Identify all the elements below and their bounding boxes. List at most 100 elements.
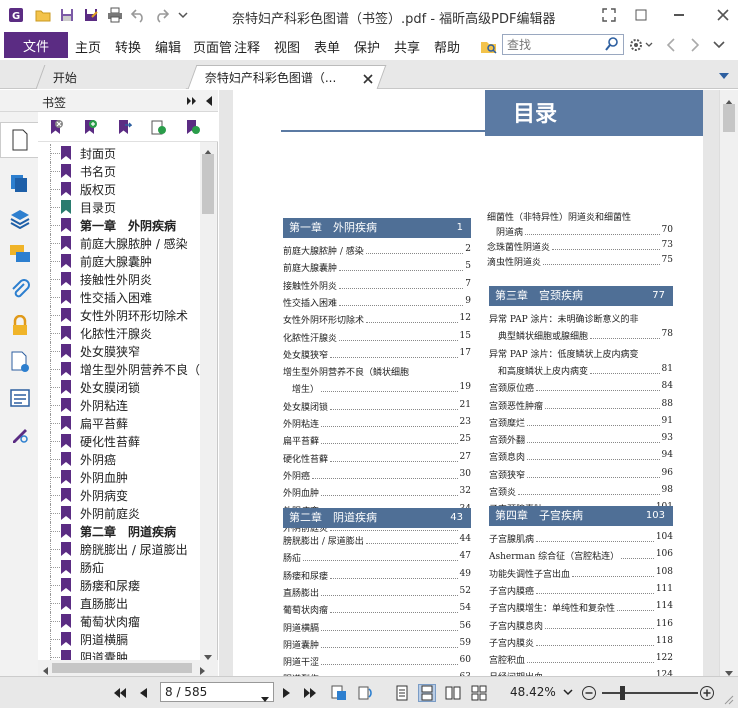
- continuous-view-icon[interactable]: [418, 684, 436, 702]
- zoom-slider-track[interactable]: [602, 692, 698, 694]
- toc-entry[interactable]: 处女膜狭窄 17: [283, 348, 471, 362]
- bookmark-vertical-scrollbar[interactable]: [200, 142, 216, 660]
- document-properties-icon[interactable]: [8, 350, 32, 374]
- toc-entry[interactable]: 滴虫性阴道炎 75: [487, 255, 673, 269]
- bookmark-item[interactable]: 女性外阴环形切除术: [38, 306, 200, 324]
- toc-entry[interactable]: 子宫内膜增生：单纯性和复杂性 114: [489, 601, 673, 615]
- toc-entry[interactable]: 性交插入困难 9: [283, 296, 471, 310]
- resize-grip-icon[interactable]: [722, 693, 734, 708]
- toc-entry[interactable]: 阴道干涩 60: [283, 655, 471, 669]
- save-icon[interactable]: [59, 7, 75, 23]
- bookmark-item[interactable]: 膀胱膨出 / 尿道膨出: [38, 540, 200, 558]
- search-icon[interactable]: [604, 36, 620, 55]
- toc-entry[interactable]: 宫颈狭窄 96: [489, 468, 673, 482]
- bookmark-item[interactable]: 封面页: [38, 144, 200, 162]
- horizontal-scroll-thumb[interactable]: [52, 663, 192, 673]
- add-bookmark-icon[interactable]: [82, 119, 98, 138]
- toc-entry[interactable]: 阴道横膈 56: [283, 621, 471, 635]
- bookmark-item[interactable]: 第二章 阴道疾病: [38, 522, 200, 540]
- bookmark-item[interactable]: 肠瘘和尿瘘: [38, 576, 200, 594]
- toc-entry[interactable]: 外阴癌 30: [283, 469, 471, 483]
- delete-bookmark-icon[interactable]: [48, 119, 64, 138]
- nav-back-icon[interactable]: [664, 37, 678, 56]
- toc-entry[interactable]: 化脓性汗腺炎 15: [283, 331, 471, 345]
- signature-pen-icon[interactable]: [8, 422, 32, 446]
- comments-icon[interactable]: [8, 242, 32, 266]
- doc-scroll-thumb[interactable]: [723, 104, 735, 132]
- bookmarks-nav-icon[interactable]: [0, 122, 38, 158]
- toc-entry[interactable]: 异常 PAP 涂片：低度鳞状上皮内病变: [489, 347, 673, 361]
- attachments-icon[interactable]: [8, 278, 32, 302]
- tab-list-dropdown-icon[interactable]: [718, 69, 730, 84]
- layers-icon[interactable]: [8, 206, 32, 230]
- toc-entry[interactable]: 硬化性苔藓 27: [283, 452, 471, 466]
- toc-entry[interactable]: 子宫腺肌病 104: [489, 532, 673, 546]
- bookmark-item[interactable]: 增生型外阴营养不良（: [38, 360, 200, 378]
- menu-comment[interactable]: 注释: [234, 37, 260, 56]
- expand-panel-icon[interactable]: [186, 95, 198, 110]
- toc-entry[interactable]: 宫颈糜烂 91: [489, 416, 673, 430]
- bookmark-item[interactable]: 阴道横膈: [38, 630, 200, 648]
- toc-entry[interactable]: 宫颈恶性肿瘤 88: [489, 399, 673, 413]
- menu-form[interactable]: 表单: [314, 37, 340, 56]
- toc-entry[interactable]: 扁平苔藓 25: [283, 434, 471, 448]
- toc-entry[interactable]: 外阴血肿 32: [283, 486, 471, 500]
- menu-page-management[interactable]: 页面管: [193, 37, 231, 56]
- zoom-out-icon[interactable]: [580, 684, 598, 702]
- settings-gear-icon[interactable]: [628, 36, 654, 54]
- toc-section-header[interactable]: 第一章 外阴疾病 1: [283, 218, 471, 238]
- toc-entry[interactable]: 外阴粘连 23: [283, 417, 471, 431]
- bookmark-item[interactable]: 目录页: [38, 198, 200, 216]
- nav-forward-icon[interactable]: [688, 37, 702, 56]
- last-page-icon[interactable]: [302, 684, 318, 702]
- menu-edit[interactable]: 编辑: [155, 37, 181, 56]
- bookmark-item[interactable]: 化脓性汗腺炎: [38, 324, 200, 342]
- document-view[interactable]: 目录 第一章 外阴疾病 1 前庭大腺脓肿 / 感染 2 前庭大腺囊肿 5 接触性外阴炎 7 性交…: [219, 90, 719, 676]
- bookmark-horizontal-scrollbar[interactable]: [38, 660, 218, 676]
- file-menu-button[interactable]: 文件: [4, 32, 68, 58]
- zoom-dropdown-icon[interactable]: [560, 684, 580, 702]
- zoom-level[interactable]: 48.42%: [510, 685, 556, 699]
- toc-entry[interactable]: 接触性外阴炎 7: [283, 279, 471, 293]
- toc-entry[interactable]: 直肠膨出 52: [283, 586, 471, 600]
- toc-entry[interactable]: 子宫内膜息肉 116: [489, 619, 673, 633]
- form-fields-icon[interactable]: [8, 386, 32, 410]
- document-vertical-scrollbar[interactable]: [719, 90, 738, 676]
- bookmark-item[interactable]: 前庭大腺囊肿: [38, 252, 200, 270]
- toc-entry[interactable]: 宫颈炎 98: [489, 485, 673, 499]
- zoom-slider-thumb[interactable]: [620, 686, 626, 700]
- security-lock-icon[interactable]: [8, 314, 32, 338]
- toc-entry[interactable]: 处女膜闭锁 21: [283, 400, 471, 414]
- scroll-thumb[interactable]: [202, 154, 214, 214]
- bookmark-item[interactable]: 书名页: [38, 162, 200, 180]
- menu-share[interactable]: 共享: [394, 37, 420, 56]
- toc-entry[interactable]: 膀胱膨出 / 尿道膨出 44: [283, 534, 471, 548]
- facing-view-icon[interactable]: [444, 684, 462, 702]
- open-folder-icon[interactable]: [35, 7, 51, 23]
- bookmark-item[interactable]: 第一章 外阴疾病: [38, 216, 200, 234]
- toc-entry[interactable]: 阴道囊肿 59: [283, 638, 471, 652]
- bookmark-item[interactable]: 前庭大腺脓肿 / 感染: [38, 234, 200, 252]
- bookmark-item[interactable]: 外阴血肿: [38, 468, 200, 486]
- bookmark-item[interactable]: 外阴癌: [38, 450, 200, 468]
- bookmark-item[interactable]: 版权页: [38, 180, 200, 198]
- search-box[interactable]: [502, 34, 624, 55]
- bookmark-item[interactable]: 处女膜闭锁: [38, 378, 200, 396]
- continuous-facing-view-icon[interactable]: [470, 684, 488, 702]
- toc-entry[interactable]: 宫颈外翻 93: [489, 433, 673, 447]
- tab-start[interactable]: 开始: [35, 65, 195, 89]
- menu-protect[interactable]: 保护: [354, 37, 380, 56]
- minimize-button[interactable]: [666, 4, 692, 26]
- tab-document[interactable]: 奈特妇产科彩色图谱（...: [187, 65, 387, 89]
- toc-entry[interactable]: 功能失调性子宫出血 108: [489, 567, 673, 581]
- toc-entry[interactable]: 葡萄状肉瘤 54: [283, 603, 471, 617]
- bookmark-item[interactable]: 直肠膨出: [38, 594, 200, 612]
- single-page-view-icon[interactable]: [394, 684, 410, 702]
- toc-entry[interactable]: 宫腔积血 122: [489, 653, 673, 667]
- toc-section-header[interactable]: 第四章 子宫疾病 103: [489, 506, 673, 526]
- menu-view[interactable]: 视图: [274, 37, 300, 56]
- toc-entry[interactable]: 肠瘘和尿瘘 49: [283, 569, 471, 583]
- next-page-icon[interactable]: [280, 684, 294, 702]
- app-logo-icon[interactable]: G: [8, 7, 24, 23]
- bookmark-options-icon[interactable]: [184, 119, 200, 138]
